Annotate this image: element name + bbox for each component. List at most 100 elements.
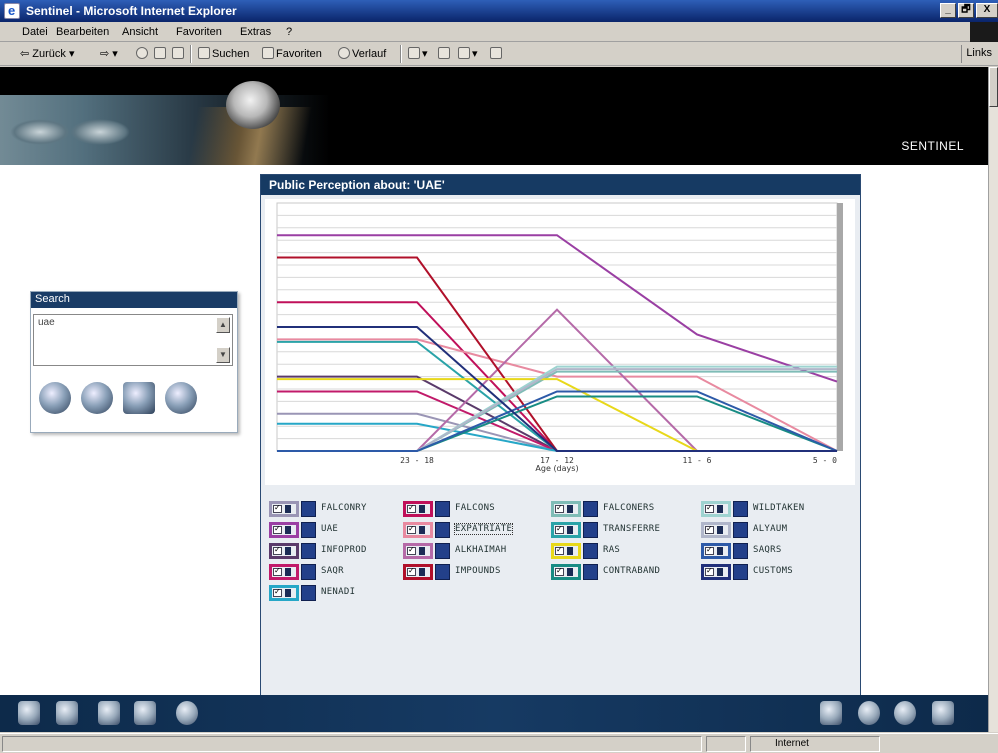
refresh-icon[interactable] xyxy=(154,47,168,60)
series-toggle-checkbox[interactable] xyxy=(403,501,433,517)
menu-extras[interactable]: Extras xyxy=(240,26,271,38)
history-button[interactable]: Verlauf xyxy=(338,47,386,60)
series-info-button[interactable] xyxy=(435,564,450,580)
home-icon[interactable] xyxy=(172,47,186,60)
series-info-button[interactable] xyxy=(435,501,450,517)
favorites-label: Favoriten xyxy=(276,48,322,60)
book-icon[interactable] xyxy=(98,701,120,725)
series-toggle-checkbox[interactable] xyxy=(403,543,433,559)
favorites-button[interactable]: Favoriten xyxy=(262,47,322,60)
series-info-button[interactable] xyxy=(301,564,316,580)
close-button[interactable]: X xyxy=(976,3,998,18)
series-toggle-checkbox[interactable] xyxy=(269,501,299,517)
gears-icon[interactable] xyxy=(134,701,156,725)
menu-bearbeiten[interactable]: Bearbeiten xyxy=(56,26,109,38)
search-label: Suchen xyxy=(212,48,250,60)
series-toggle-checkbox[interactable] xyxy=(551,543,581,559)
person-icon[interactable] xyxy=(18,701,40,725)
series-toggle-checkbox[interactable] xyxy=(701,501,731,517)
series-toggle-checkbox[interactable] xyxy=(403,522,433,538)
legend-label: FALCONRY xyxy=(321,503,367,513)
search-panel-title: Search xyxy=(31,292,237,308)
compass-icon[interactable] xyxy=(81,382,113,414)
series-info-button[interactable] xyxy=(301,522,316,538)
scrollbar-thumb[interactable] xyxy=(989,67,998,107)
scroll-up-button[interactable]: ▲ xyxy=(216,317,230,333)
zoom-in-icon[interactable] xyxy=(858,701,880,725)
search-input[interactable]: uae ▲ ▼ xyxy=(33,314,233,366)
menu-favoriten[interactable]: Favoriten xyxy=(176,26,222,38)
fingerprint-icon[interactable] xyxy=(39,382,71,414)
chart-svg: 23 - 18 17 - 12 11 - 65 - 0Age (days) xyxy=(276,202,843,473)
legend-label: SAQR xyxy=(321,566,344,576)
series-toggle-checkbox[interactable] xyxy=(551,564,581,580)
series-info-button[interactable] xyxy=(733,543,748,559)
home-icon[interactable] xyxy=(820,701,842,725)
series-info-button[interactable] xyxy=(733,522,748,538)
series-info-button[interactable] xyxy=(583,564,598,580)
print-button[interactable] xyxy=(438,47,452,60)
series-toggle-checkbox[interactable] xyxy=(701,543,731,559)
series-info-button[interactable] xyxy=(435,522,450,538)
discuss-button[interactable] xyxy=(490,47,504,60)
edit-button[interactable]: ▾ xyxy=(458,47,478,60)
document-icon[interactable] xyxy=(56,701,78,725)
discuss-icon xyxy=(490,47,502,59)
menu-help[interactable]: ? xyxy=(286,26,292,38)
back-button[interactable]: ⇦ Zurück ▾ xyxy=(20,47,74,60)
series-toggle-checkbox[interactable] xyxy=(403,564,433,580)
security-zone: Internet xyxy=(750,736,880,752)
rocket-icon[interactable] xyxy=(932,701,954,725)
legend-label: ALYAUM xyxy=(753,524,788,534)
series-toggle-checkbox[interactable] xyxy=(551,501,581,517)
series-toggle-checkbox[interactable] xyxy=(269,585,299,601)
print-icon xyxy=(438,47,450,59)
globe-icon[interactable] xyxy=(176,701,198,725)
status-text xyxy=(2,736,702,752)
series-toggle-checkbox[interactable] xyxy=(269,543,299,559)
legend-label: EXPATRIATE xyxy=(453,523,514,535)
series-info-button[interactable] xyxy=(583,522,598,538)
series-info-button[interactable] xyxy=(733,501,748,517)
series-info-button[interactable] xyxy=(583,543,598,559)
series-info-button[interactable] xyxy=(301,585,316,601)
links-button[interactable]: Links xyxy=(961,45,996,63)
search-query: uae xyxy=(38,317,55,328)
restore-button[interactable]: 🗗 xyxy=(958,3,974,18)
stop-icon[interactable] xyxy=(136,47,150,60)
scroll-down-button[interactable]: ▼ xyxy=(216,347,230,363)
series-toggle-checkbox[interactable] xyxy=(701,522,731,538)
legend-label: IMPOUNDS xyxy=(455,566,501,576)
legend-label: CONTRABAND xyxy=(603,566,661,576)
minimize-button[interactable]: _ xyxy=(940,3,956,18)
zoom-out-icon[interactable] xyxy=(894,701,916,725)
eye-image xyxy=(70,119,130,145)
mail-button[interactable]: ▾ xyxy=(408,47,428,60)
series-toggle-checkbox[interactable] xyxy=(269,522,299,538)
series-toggle-checkbox[interactable] xyxy=(269,564,299,580)
menu-ansicht[interactable]: Ansicht xyxy=(122,26,158,38)
eye-icon[interactable] xyxy=(165,382,197,414)
series-info-button[interactable] xyxy=(583,501,598,517)
forward-button[interactable]: ⇨ ▾ xyxy=(100,47,118,60)
series-info-button[interactable] xyxy=(301,543,316,559)
map-icon[interactable] xyxy=(123,382,155,414)
sentinel-header: SENTINEL xyxy=(0,67,988,165)
series-info-button[interactable] xyxy=(733,564,748,580)
series-info-button[interactable] xyxy=(435,543,450,559)
series-toggle-checkbox[interactable] xyxy=(701,564,731,580)
search-icon xyxy=(198,47,210,59)
series-info-button[interactable] xyxy=(301,501,316,517)
eye-image xyxy=(10,119,70,145)
legend-label: INFOPROD xyxy=(321,545,367,555)
brand-label: SENTINEL xyxy=(901,139,964,153)
search-button[interactable]: Suchen xyxy=(198,47,249,60)
series-toggle-checkbox[interactable] xyxy=(551,522,581,538)
internet-zone-label: Internet xyxy=(775,738,809,749)
favorites-icon xyxy=(262,47,274,59)
legend-label: FALCONERS xyxy=(603,503,655,513)
page-scrollbar[interactable] xyxy=(988,67,998,732)
history-label: Verlauf xyxy=(352,48,387,60)
menu-datei[interactable]: Datei xyxy=(22,26,48,38)
toolbar: ⇦ Zurück ▾ ⇨ ▾ Suchen Favoriten Verlauf … xyxy=(0,42,998,66)
